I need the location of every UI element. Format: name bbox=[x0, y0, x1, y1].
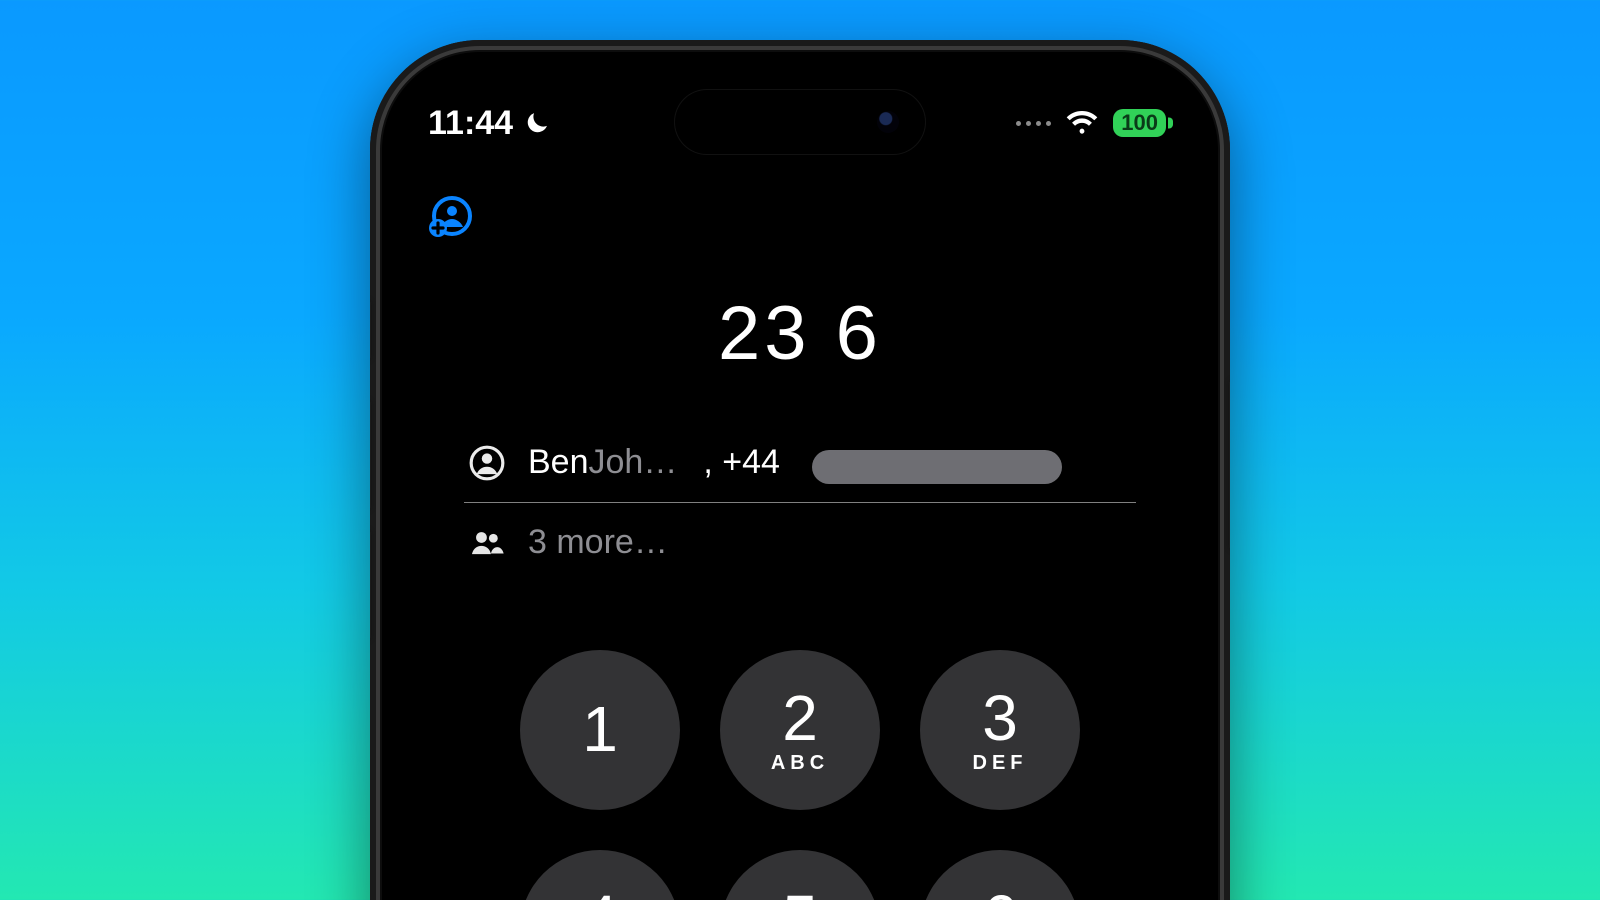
person-add-icon bbox=[426, 194, 474, 242]
contact-name-match: Ben bbox=[528, 443, 589, 482]
status-left: 11:44 bbox=[428, 104, 551, 143]
keypad-digit: 4 bbox=[582, 886, 618, 900]
keypad-digit: 1 bbox=[582, 697, 618, 761]
keypad-key-6[interactable]: 6 MNO bbox=[920, 850, 1080, 900]
dialed-number: 23 6 bbox=[384, 290, 1216, 377]
keypad-digit: 2 bbox=[782, 686, 818, 750]
suggestions-list: Ben Joh… , +44 3 more… bbox=[464, 425, 1136, 580]
keypad-letters: ABC bbox=[771, 752, 829, 775]
contact-number-prefix: , +44 bbox=[703, 443, 780, 482]
phone-frame: 11:44 100 bbox=[370, 40, 1230, 900]
status-right: 100 bbox=[1016, 106, 1172, 140]
keypad-key-5[interactable]: 5 JKL bbox=[720, 850, 880, 900]
wifi-icon bbox=[1065, 106, 1099, 140]
contact-name-rest: Joh… bbox=[589, 443, 678, 482]
cellular-dots-icon bbox=[1016, 121, 1051, 126]
people-icon bbox=[468, 524, 506, 562]
more-suggestions-label: 3 more… bbox=[528, 523, 668, 562]
contact-name: Ben Joh… bbox=[528, 443, 677, 482]
person-circle-icon bbox=[468, 444, 506, 482]
do-not-disturb-icon bbox=[523, 109, 551, 137]
front-camera bbox=[877, 111, 899, 133]
keypad: 1 2 ABC 3 DEF 4 GHI 5 JKL 6 MNO bbox=[384, 650, 1216, 900]
keypad-digit: 5 bbox=[782, 886, 818, 900]
keypad-letters: DEF bbox=[973, 752, 1028, 775]
contact-suggestion[interactable]: Ben Joh… , +44 bbox=[464, 425, 1136, 500]
keypad-digit: 6 bbox=[982, 886, 1018, 900]
battery-indicator: 100 bbox=[1113, 109, 1166, 137]
contact-number-redacted bbox=[812, 450, 1062, 484]
keypad-key-4[interactable]: 4 GHI bbox=[520, 850, 680, 900]
more-suggestions[interactable]: 3 more… bbox=[464, 505, 1136, 580]
battery-percent: 100 bbox=[1121, 112, 1158, 134]
screen: 11:44 100 bbox=[384, 54, 1216, 900]
status-time: 11:44 bbox=[428, 104, 513, 143]
keypad-key-1[interactable]: 1 bbox=[520, 650, 680, 810]
keypad-key-2[interactable]: 2 ABC bbox=[720, 650, 880, 810]
keypad-digit: 3 bbox=[982, 686, 1018, 750]
divider bbox=[464, 502, 1136, 503]
add-contact-button[interactable] bbox=[426, 194, 474, 242]
keypad-key-3[interactable]: 3 DEF bbox=[920, 650, 1080, 810]
dynamic-island bbox=[675, 90, 925, 154]
